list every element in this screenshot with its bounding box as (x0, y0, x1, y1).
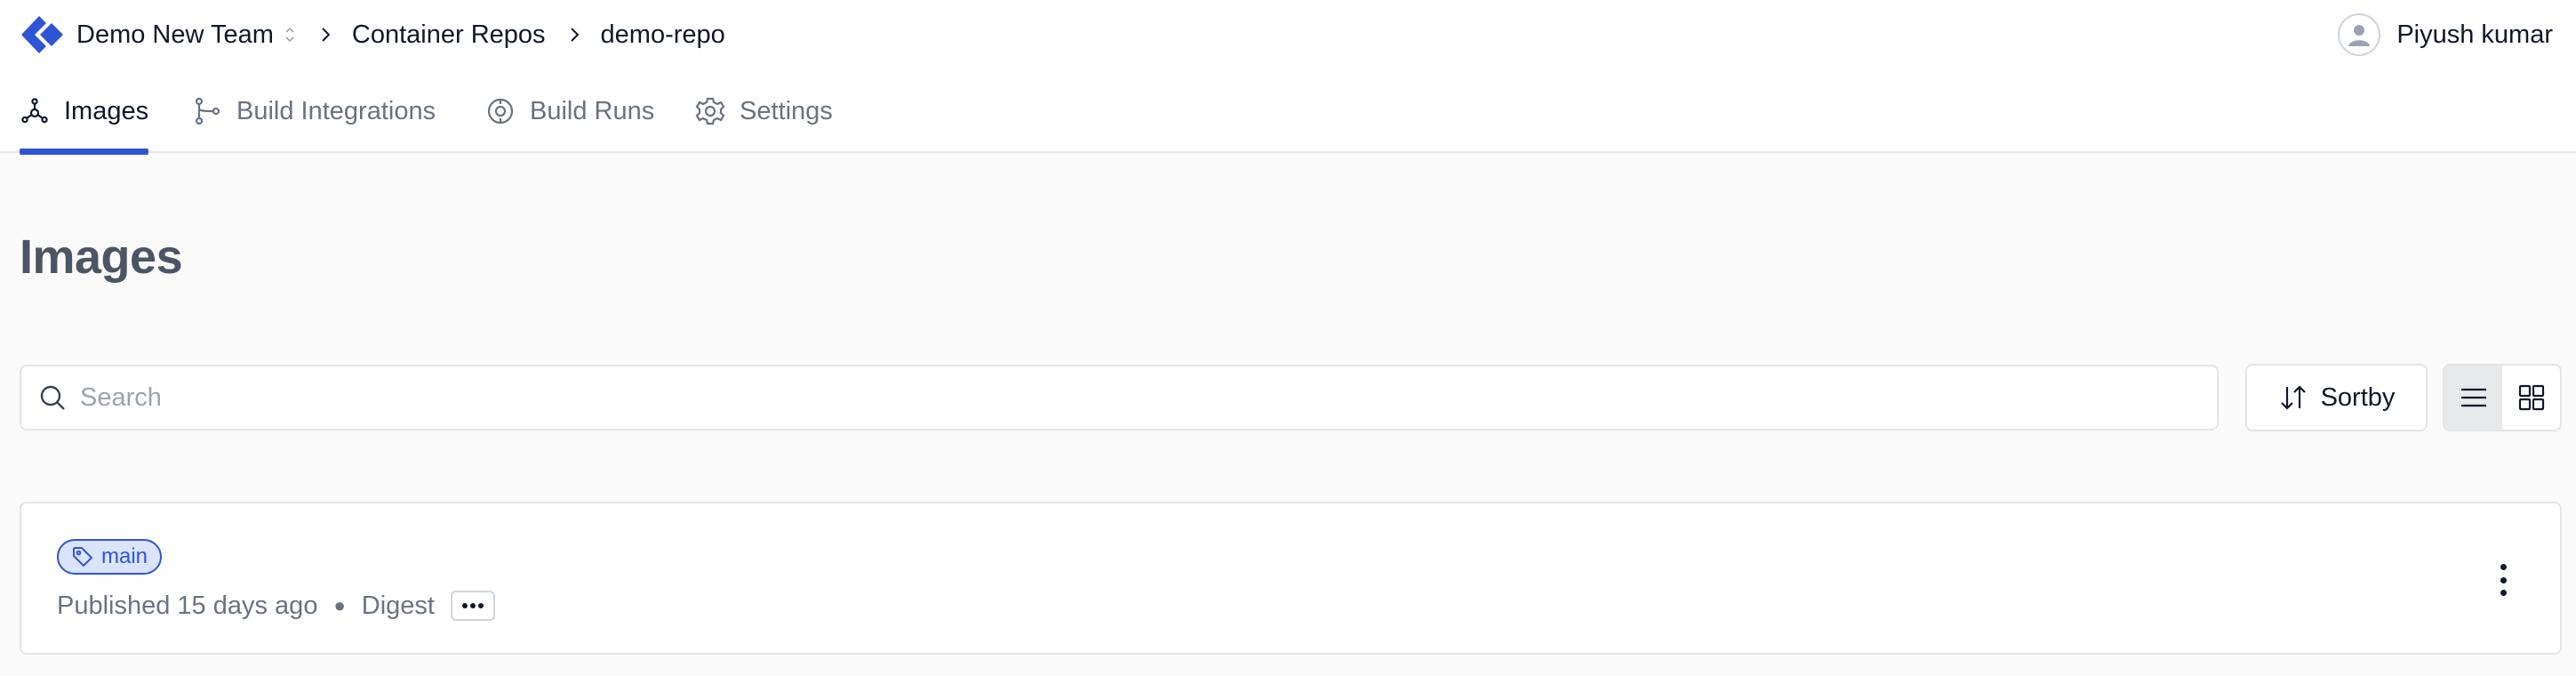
top-bar: Demo New Team Container Repos demo-repo … (0, 0, 2576, 69)
user-menu[interactable]: Piyush kumar (2338, 0, 2553, 69)
breadcrumb-container-repos[interactable]: Container Repos (352, 20, 546, 50)
view-toggle (2443, 364, 2562, 431)
grid-icon (2518, 384, 2544, 411)
tag-badge[interactable]: main (57, 539, 163, 575)
tab-label: Build Integrations (236, 96, 436, 125)
tab-bar: Images Build Integrations Build Runs Set… (0, 69, 2576, 155)
search-box[interactable] (20, 365, 2219, 431)
chevron-right-icon (569, 25, 581, 44)
image-card[interactable]: main Published 15 days ago ● Digest (20, 502, 2562, 655)
tab-images[interactable]: Images (20, 69, 149, 155)
digest-expand-button[interactable] (450, 591, 495, 621)
grid-view-button[interactable] (2502, 366, 2560, 430)
user-name: Piyush kumar (2396, 20, 2553, 49)
chevron-up-down-icon[interactable] (283, 23, 297, 46)
search-icon (37, 382, 68, 413)
list-icon (2460, 388, 2486, 407)
sort-button[interactable]: Sortby (2245, 364, 2428, 431)
tab-settings[interactable]: Settings (695, 69, 833, 153)
list-view-button[interactable] (2444, 366, 2502, 430)
separator-dot: ● (333, 594, 346, 616)
more-horizontal-icon (461, 603, 484, 608)
more-options-icon[interactable] (2494, 564, 2512, 596)
logo-icon[interactable] (20, 14, 66, 55)
tag-label: main (101, 544, 148, 568)
tab-label: Images (64, 96, 149, 125)
gear-icon (695, 96, 725, 126)
sort-icon (2278, 382, 2308, 413)
team-switcher[interactable]: Demo New Team (76, 20, 274, 50)
tab-label: Build Runs (530, 96, 655, 125)
breadcrumb: Demo New Team Container Repos demo-repo (76, 0, 725, 69)
chevron-right-icon (320, 25, 332, 44)
avatar-icon (2338, 13, 2381, 56)
tab-build-integrations[interactable]: Build Integrations (192, 69, 436, 153)
build-runs-icon (485, 96, 516, 126)
tab-label: Settings (740, 96, 833, 125)
breadcrumb-demo-repo: demo-repo (600, 20, 725, 49)
git-branch-icon (192, 96, 222, 126)
page-title: Images (20, 230, 183, 284)
sort-label: Sortby (2320, 382, 2396, 412)
published-text: Published 15 days ago (57, 591, 318, 620)
tab-build-runs[interactable]: Build Runs (485, 69, 654, 153)
digest-label: Digest (361, 591, 435, 620)
tag-icon (71, 545, 94, 568)
image-meta: Published 15 days ago ● Digest (57, 585, 495, 626)
search-input[interactable] (80, 382, 2217, 413)
images-icon (20, 96, 50, 126)
